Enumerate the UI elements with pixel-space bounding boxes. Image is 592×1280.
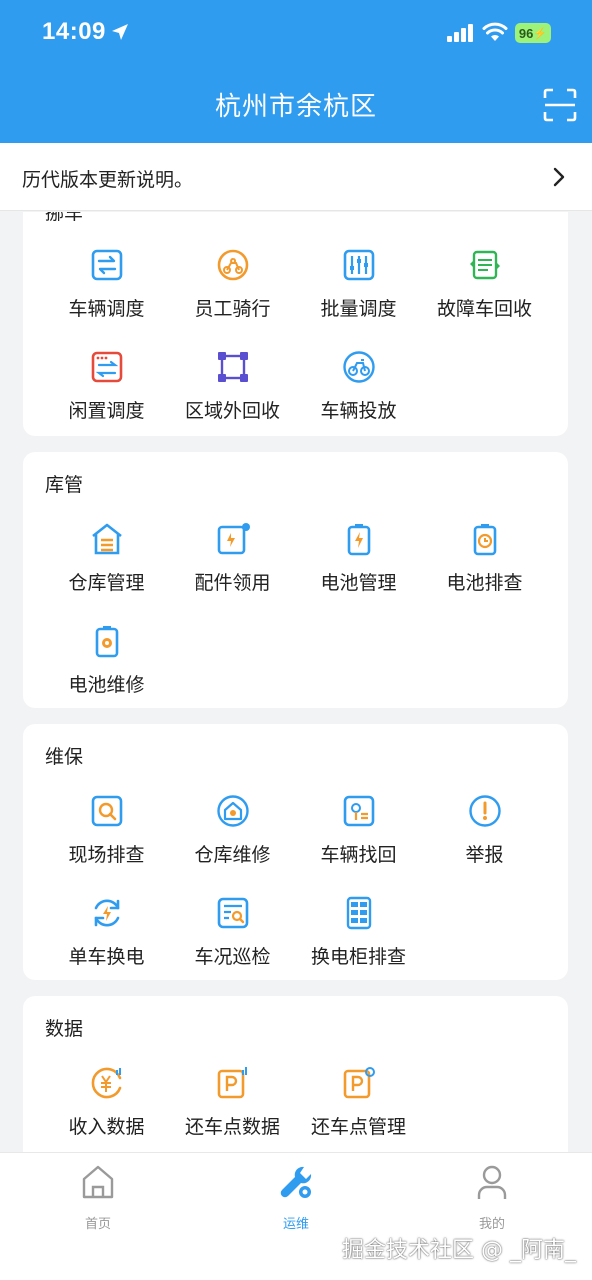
battery-indicator: 96 ⚡ (515, 23, 551, 43)
tab-home[interactable]: 首页 (38, 1163, 158, 1243)
menu-item-parts-collect[interactable]: 配件领用 (170, 522, 295, 622)
app-header: 14:09 96 ⚡ 杭州市余杭区 (0, 0, 592, 143)
menu-item-return-point-manage[interactable]: 还车点管理 (296, 1066, 421, 1152)
wifi-icon (482, 22, 508, 41)
menu-item-faulty-recycle[interactable]: 故障车回收 (422, 248, 547, 348)
cellular-signal-icon (447, 24, 473, 42)
menu-item-label: 电池排查 (446, 572, 523, 594)
report-icon (469, 795, 501, 827)
menu-item-vehicle-deploy[interactable]: 车辆投放 (296, 350, 421, 450)
menu-item-battery-check[interactable]: 电池排查 (422, 522, 547, 622)
vehicle-retrieve-icon (343, 795, 375, 827)
menu-item-label: 电池维修 (68, 674, 145, 696)
section-title: 库管 (45, 474, 84, 496)
idle-dispatch-icon (91, 351, 123, 383)
menu-item-income-data[interactable]: 收入数据 (44, 1066, 169, 1152)
section-move: 挪车 车辆调度 员工骑行 批量调度 故障车回收 闲置调度 区域外回收 车辆投放 (23, 212, 568, 436)
ops-content[interactable]: 挪车 车辆调度 员工骑行 批量调度 故障车回收 闲置调度 区域外回收 车辆投放 … (0, 212, 592, 1152)
return-point-data-icon (217, 1067, 247, 1099)
tab-label: 运维 (282, 1217, 309, 1232)
section-data: 数据 收入数据 还车点数据 还车点管理 (23, 996, 568, 1152)
menu-item-warehouse[interactable]: 仓库管理 (44, 522, 169, 622)
menu-item-out-of-area[interactable]: 区域外回收 (170, 350, 295, 450)
battery-level: 96 (518, 25, 534, 41)
menu-item-label: 区域外回收 (184, 400, 280, 422)
battery-check-icon (473, 524, 497, 556)
menu-item-condition-inspect[interactable]: 车况巡检 (170, 896, 295, 996)
staff-riding-icon (217, 249, 249, 281)
menu-item-staff-riding[interactable]: 员工骑行 (170, 248, 295, 348)
out-of-area-icon (218, 352, 248, 382)
faulty-recycle-icon (470, 250, 500, 280)
vehicle-deploy-icon (343, 351, 375, 383)
tab-profile[interactable]: 我的 (432, 1163, 552, 1243)
menu-item-vehicle-dispatch[interactable]: 车辆调度 (44, 248, 169, 348)
scan-icon[interactable] (543, 88, 577, 122)
warehouse-icon (92, 523, 122, 555)
watermark: 掘金技术社区 @ _阿南_ (342, 1238, 576, 1263)
battery-repair-icon (95, 626, 119, 658)
section-maintenance: 维保 现场排查 仓库维修 车辆找回 举报 单车换电 车况巡检 换电柜排查 (23, 724, 568, 980)
menu-item-return-point-data[interactable]: 还车点数据 (170, 1066, 295, 1152)
wrench-gear-icon (280, 1166, 313, 1200)
vehicle-dispatch-icon (91, 249, 123, 281)
income-data-icon (91, 1067, 122, 1099)
menu-item-vehicle-retrieve[interactable]: 车辆找回 (296, 794, 421, 894)
version-notice-bar[interactable]: 历代版本更新说明。 (0, 143, 592, 211)
tab-ops[interactable]: 运维 (236, 1163, 356, 1243)
tab-label: 首页 (84, 1217, 111, 1232)
location-arrow-icon (112, 24, 128, 40)
batch-dispatch-icon (343, 249, 375, 281)
menu-item-label: 员工骑行 (194, 298, 271, 320)
page-title: 杭州市余杭区 (214, 92, 377, 122)
menu-item-idle-dispatch[interactable]: 闲置调度 (44, 350, 169, 450)
menu-item-label: 故障车回收 (436, 298, 532, 320)
menu-item-battery-manage[interactable]: 电池管理 (296, 522, 421, 622)
battery-manage-icon (347, 524, 371, 556)
return-point-manage-icon (343, 1067, 375, 1099)
status-time: 14:09 (42, 18, 106, 45)
status-bar: 14:09 96 ⚡ (0, 0, 592, 70)
profile-icon (477, 1165, 507, 1199)
menu-item-label: 换电柜排查 (310, 946, 406, 968)
menu-item-label: 现场排查 (68, 844, 145, 866)
menu-item-batch-dispatch[interactable]: 批量调度 (296, 248, 421, 348)
menu-item-battery-repair[interactable]: 电池维修 (44, 624, 169, 724)
site-check-icon (91, 795, 123, 827)
menu-item-label: 车况巡检 (194, 946, 271, 968)
home-icon (82, 1165, 114, 1199)
version-notice-text: 历代版本更新说明。 (22, 169, 194, 191)
parts-collect-icon (217, 523, 250, 555)
menu-item-label: 电池管理 (320, 572, 397, 594)
section-title: 数据 (45, 1018, 84, 1040)
menu-item-swap-cabinet[interactable]: 换电柜排查 (296, 896, 421, 996)
menu-item-label: 配件领用 (194, 572, 271, 594)
menu-item-label: 批量调度 (320, 298, 397, 320)
tab-label: 我的 (478, 1217, 505, 1232)
section-warehouse: 库管 仓库管理 配件领用 电池管理 电池排查 电池维修 (23, 452, 568, 708)
menu-item-label: 闲置调度 (68, 400, 145, 422)
warehouse-repair-icon (217, 795, 249, 827)
section-title: 挪车 (45, 212, 84, 224)
menu-item-warehouse-repair[interactable]: 仓库维修 (170, 794, 295, 894)
menu-item-site-check[interactable]: 现场排查 (44, 794, 169, 894)
menu-item-report[interactable]: 举报 (422, 794, 547, 894)
chevron-right-icon (553, 167, 565, 187)
menu-item-label: 仓库维修 (194, 844, 271, 866)
swap-cabinet-icon (346, 896, 372, 930)
battery-swap-icon (94, 899, 120, 927)
menu-item-label: 仓库管理 (68, 572, 145, 594)
menu-item-label: 车辆调度 (68, 298, 145, 320)
menu-item-label: 还车点数据 (184, 1116, 280, 1138)
condition-inspect-icon (217, 897, 249, 929)
menu-item-label: 举报 (465, 844, 504, 866)
section-title: 维保 (45, 746, 84, 768)
menu-item-label: 车辆找回 (320, 844, 397, 866)
menu-item-label: 单车换电 (68, 946, 145, 968)
menu-item-label: 车辆投放 (320, 400, 397, 422)
menu-item-label: 收入数据 (68, 1116, 145, 1138)
menu-item-battery-swap[interactable]: 单车换电 (44, 896, 169, 996)
menu-item-label: 还车点管理 (310, 1116, 406, 1138)
